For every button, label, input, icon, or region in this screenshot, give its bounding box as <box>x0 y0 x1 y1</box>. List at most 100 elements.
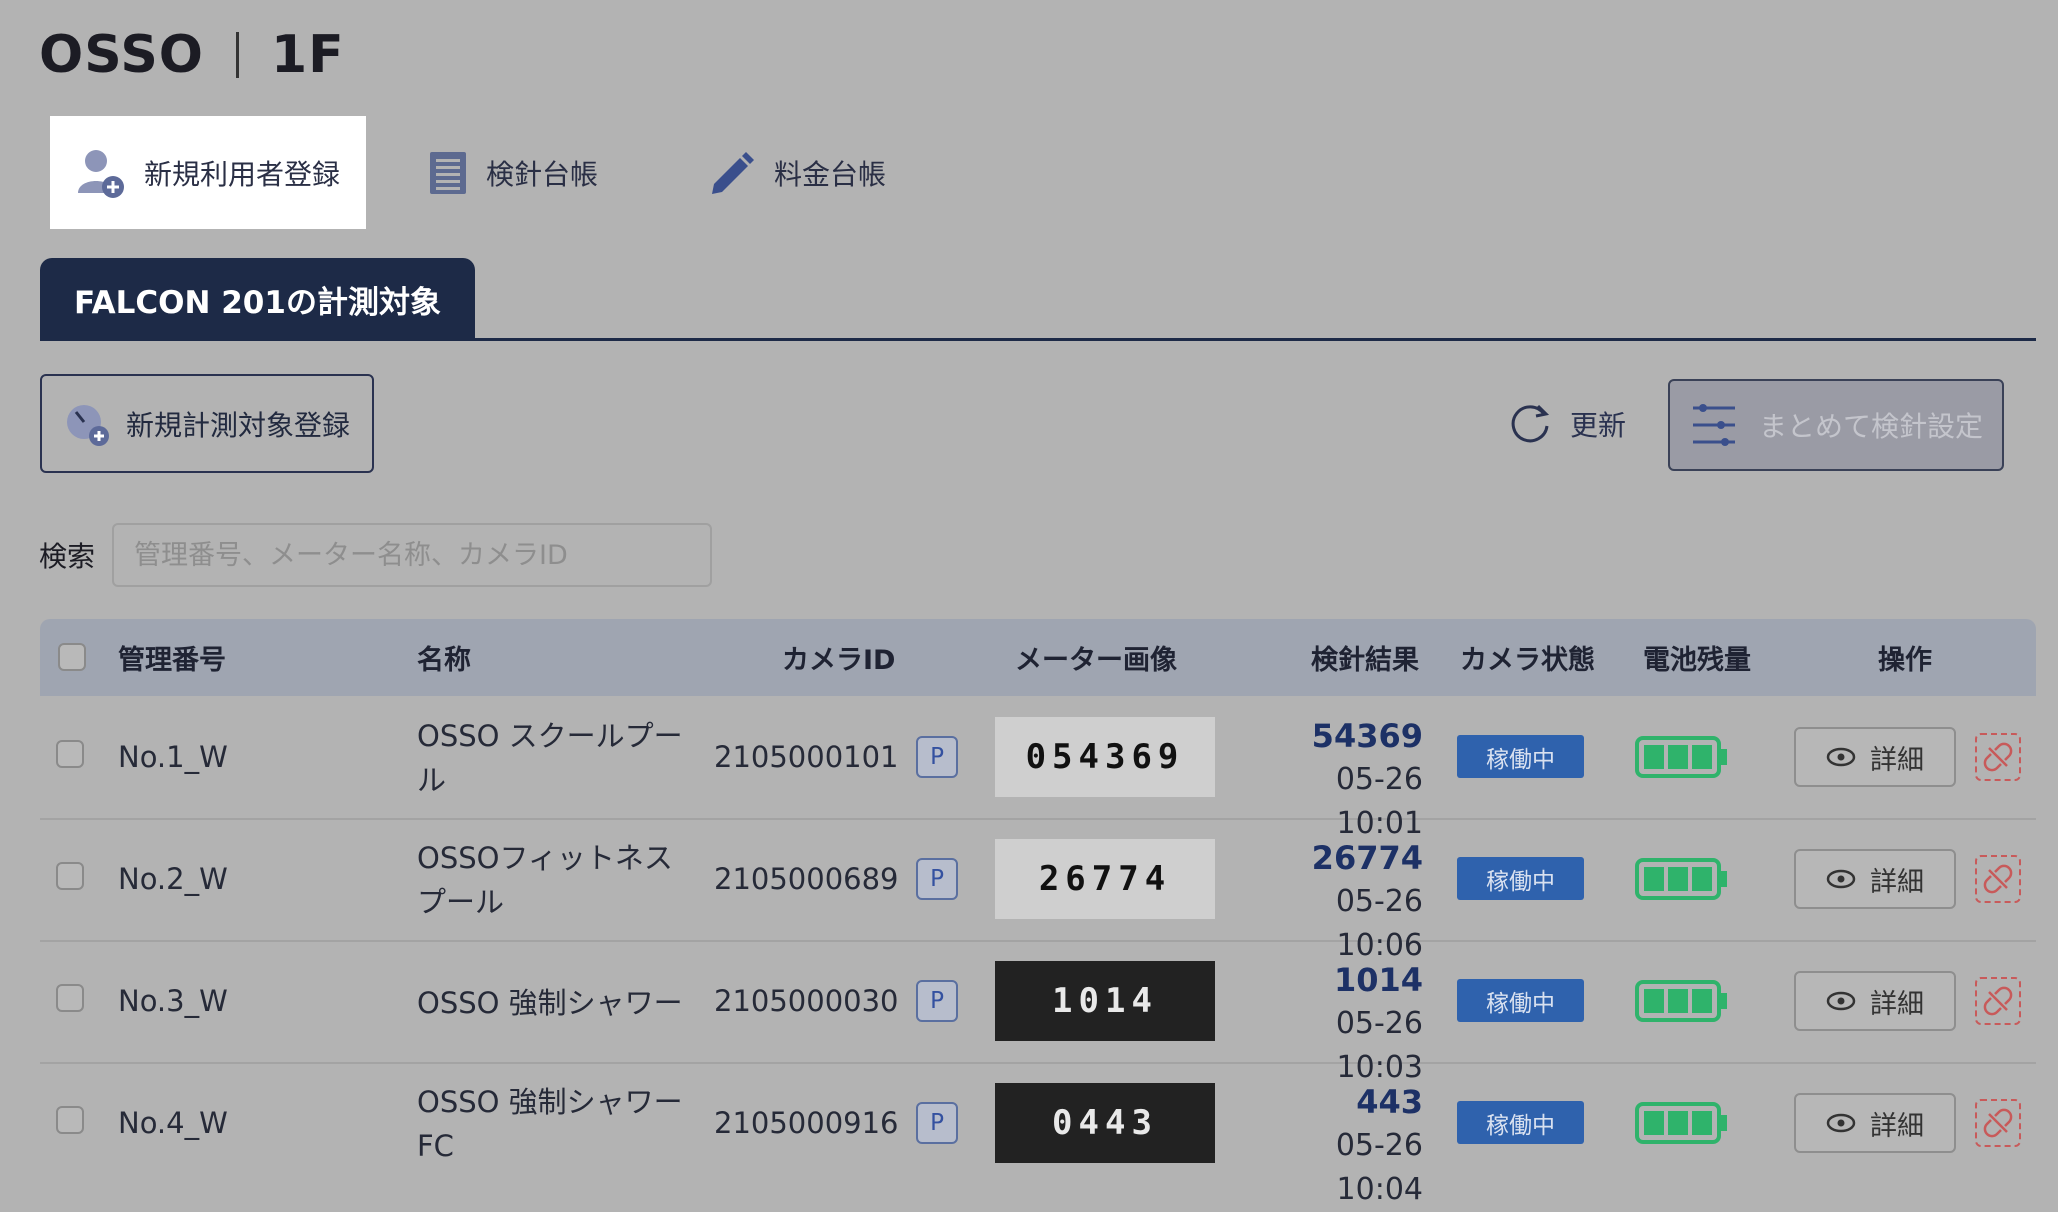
floor-name: 1F <box>270 25 345 85</box>
detail-button[interactable]: 詳細 <box>1794 1093 1956 1153</box>
col-header-meter-image: メーター画像 <box>1015 645 1177 676</box>
row-name-line2: プール <box>417 885 505 919</box>
unlink-button[interactable] <box>1975 733 2021 781</box>
nav-meter-ledger-label: 検針台帳 <box>486 157 599 191</box>
detail-button[interactable]: 詳細 <box>1794 849 1956 909</box>
battery-full-icon <box>1635 736 1727 778</box>
row-id: No.2_W <box>118 862 228 896</box>
row-name-line2: FC <box>417 1129 454 1163</box>
new-target-button[interactable]: 新規計測対象登録 <box>40 374 374 473</box>
facility-name: OSSO <box>39 25 204 85</box>
unlink-button[interactable] <box>1975 1099 2021 1147</box>
row-checkbox[interactable] <box>56 740 84 768</box>
row-result: 443 05-26 10:04 <box>1240 1080 1423 1212</box>
detail-label: 詳細 <box>1870 1110 1924 1142</box>
col-header-id: 管理番号 <box>118 645 226 676</box>
reading-time: 05-26 10:04 <box>1335 1128 1423 1207</box>
battery-full-icon <box>1635 858 1727 900</box>
p-badge[interactable]: P <box>916 736 958 778</box>
col-header-result: 検針結果 <box>1311 645 1419 676</box>
col-header-name: 名称 <box>417 645 471 676</box>
detail-label: 詳細 <box>1870 988 1924 1020</box>
bulk-settings-label: まとめて検針設定 <box>1758 410 1983 443</box>
nav-fee-ledger-label: 料金台帳 <box>774 157 887 191</box>
refresh-button[interactable]: 更新 <box>1508 394 1626 454</box>
col-header-camera-id: カメラID <box>782 645 896 676</box>
nav-meter-ledger[interactable]: 検針台帳 <box>428 116 598 229</box>
user-add-icon <box>77 149 124 198</box>
reading-value: 54369 <box>1311 717 1423 755</box>
search-label: 検索 <box>39 540 96 573</box>
nav-new-user[interactable]: 新規利用者登録 <box>50 116 366 229</box>
row-name-line2: ル <box>417 763 447 797</box>
p-badge[interactable]: P <box>916 858 958 900</box>
battery-full-icon <box>1635 1102 1727 1144</box>
select-all-checkbox[interactable] <box>58 643 86 671</box>
reading-value: 1014 <box>1333 961 1423 999</box>
row-camera-id: 2105000689 <box>714 862 899 896</box>
unlink-icon <box>1983 1108 2013 1138</box>
p-badge[interactable]: P <box>916 980 958 1022</box>
meter-add-icon <box>66 404 109 446</box>
bulk-reading-settings-button[interactable]: まとめて検針設定 <box>1668 379 2004 471</box>
detail-label: 詳細 <box>1870 866 1924 898</box>
row-checkbox[interactable] <box>56 862 84 890</box>
p-badge[interactable]: P <box>916 1102 958 1144</box>
unlink-button[interactable] <box>1975 855 2021 903</box>
search-input[interactable] <box>112 523 712 587</box>
row-name-line1: OSSO スクールプー <box>417 719 683 753</box>
row-name-line1: OSSOフィットネス <box>417 841 673 875</box>
table-row: No.4_W OSSO 強制シャワー FC 2105000916 P 0443 … <box>40 1062 2036 1207</box>
detail-button[interactable]: 詳細 <box>1794 727 1956 787</box>
eye-icon <box>1826 991 1856 1011</box>
row-name: OSSOフィットネス プール <box>417 836 673 924</box>
table-row: No.1_W OSSO スクールプー ル 2105000101 P 054369… <box>40 696 2036 841</box>
row-id: No.1_W <box>118 740 228 774</box>
title-divider <box>235 32 239 78</box>
unlink-icon <box>1983 742 2013 772</box>
nav-fee-ledger[interactable]: 料金台帳 <box>706 116 886 229</box>
refresh-label: 更新 <box>1570 409 1627 442</box>
col-header-camera-status: カメラ状態 <box>1460 645 1595 676</box>
status-badge: 稼働中 <box>1457 735 1584 778</box>
row-camera-id: 2105000030 <box>714 984 899 1018</box>
reading-value: 26774 <box>1311 839 1423 877</box>
col-header-actions: 操作 <box>1878 645 1932 676</box>
row-name: OSSO 強制シャワー <box>417 940 683 1062</box>
tab-underline <box>40 338 2036 341</box>
detail-button[interactable]: 詳細 <box>1794 971 1956 1031</box>
sliders-icon <box>1692 404 1735 446</box>
meter-image[interactable]: 1014 <box>995 961 1215 1041</box>
row-checkbox[interactable] <box>56 984 84 1012</box>
tab-measurement-targets[interactable]: FALCON 201の計測対象 <box>40 258 475 340</box>
row-camera-id: 2105000101 <box>714 740 899 774</box>
row-checkbox[interactable] <box>56 1106 84 1134</box>
unlink-button[interactable] <box>1975 977 2021 1025</box>
new-target-label: 新規計測対象登録 <box>125 408 350 442</box>
eye-icon <box>1826 869 1856 889</box>
reading-value: 443 <box>1356 1083 1423 1121</box>
table-row: No.2_W OSSOフィットネス プール 2105000689 P 26774… <box>40 818 2036 963</box>
eye-icon <box>1826 1113 1856 1133</box>
row-camera-id: 2105000916 <box>714 1106 899 1140</box>
row-id: No.4_W <box>118 1106 228 1140</box>
nav-new-user-label: 新規利用者登録 <box>143 157 340 191</box>
refresh-icon <box>1511 404 1550 443</box>
detail-label: 詳細 <box>1870 744 1924 776</box>
meter-image[interactable]: 26774 <box>995 839 1215 919</box>
row-name: OSSO 強制シャワー FC <box>417 1080 683 1168</box>
status-badge: 稼働中 <box>1457 1101 1584 1144</box>
row-name-line1: OSSO 強制シャワー <box>417 1085 683 1119</box>
meter-image[interactable]: 054369 <box>995 717 1215 797</box>
eye-icon <box>1826 747 1856 767</box>
row-name: OSSO スクールプー ル <box>417 714 683 802</box>
unlink-icon <box>1983 986 2013 1016</box>
page-title: OSSO 1F <box>39 22 345 88</box>
status-badge: 稼働中 <box>1457 857 1584 900</box>
meter-image[interactable]: 0443 <box>995 1083 1215 1163</box>
row-id: No.3_W <box>118 984 228 1018</box>
unlink-icon <box>1983 864 2013 894</box>
table-header: 管理番号 名称 カメラID メーター画像 検針結果 カメラ状態 電池残量 操作 <box>40 619 2036 696</box>
battery-full-icon <box>1635 980 1727 1022</box>
row-name-line1: OSSO 強制シャワー <box>417 986 683 1020</box>
